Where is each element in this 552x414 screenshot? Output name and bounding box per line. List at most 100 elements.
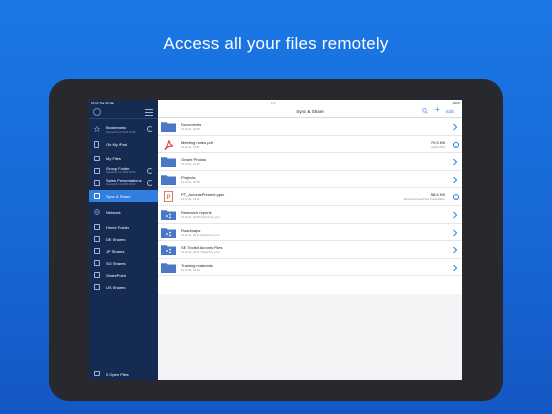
menu-icon[interactable]: [145, 108, 153, 116]
svg-text:P: P: [166, 195, 170, 201]
file-meta: 14.12.21, 18:51: [181, 145, 200, 149]
sidebar-item-sales-presentations[interactable]: Sales Presentations Synced 8 min 2021 19…: [89, 177, 158, 189]
shared-folder-icon: [161, 210, 176, 220]
file-size: 58,6 KB: [430, 192, 445, 198]
file-meta: 14.12.21, 20:11 (Shared by you): [181, 251, 220, 255]
list-item-presentation[interactable]: P PT_AcronisPresent.pptx 14.12.21, 19:11…: [158, 188, 462, 206]
network-folder-icon: [94, 224, 100, 230]
sidebar-item-home-folder[interactable]: Home Folder: [89, 222, 158, 233]
sidebar-item-us-shares[interactable]: US Shares: [89, 282, 158, 293]
chevron-right-icon: [453, 211, 458, 219]
sidebar-item-label: SharePoint: [106, 273, 126, 278]
sidebar-item-label: Network: [106, 210, 121, 215]
list-item-meeting-notes[interactable]: Meeting notes.pdf 14.12.21, 18:51 79,5 K…: [158, 136, 462, 154]
file-meta: 14.12.21, 19:11: [181, 198, 200, 202]
shared-folder-icon: [161, 245, 176, 256]
sync-share-icon: [94, 193, 100, 199]
page-title: Sync & Share: [296, 109, 324, 114]
sidebar-item-sharepoint[interactable]: SharePoint: [89, 270, 158, 281]
sidebar-item-network[interactable]: Network: [89, 207, 158, 218]
file-name: Projects: [181, 174, 196, 180]
sidebar-item-label: Bookmarks: [106, 125, 127, 130]
empty-list-area: [158, 294, 462, 380]
file-list: Documents 14.12.21, 20:08 Meeting notes.…: [158, 118, 462, 277]
chevron-right-icon: [453, 229, 458, 236]
file-name: Meeting notes.pdf: [181, 139, 213, 145]
file-kind: Microsoft PowerPoint Presentation: [403, 198, 445, 202]
pdf-file-icon: [163, 139, 174, 150]
search-icon[interactable]: [422, 108, 428, 114]
chevron-right-icon: [453, 264, 458, 272]
sidebar-item-label: Home Folder: [106, 225, 130, 230]
file-name: PT_AcronisPresent.pptx: [181, 192, 225, 198]
file-name: Roadmaps: [181, 227, 201, 233]
sidebar-item-on-my-ipad[interactable]: On My iPad: [89, 139, 158, 150]
add-icon[interactable]: +: [435, 106, 440, 114]
globe-icon: [94, 209, 100, 215]
chevron-right-icon: [453, 123, 458, 131]
network-folder-icon: [94, 272, 100, 278]
chevron-right-icon: [453, 246, 458, 254]
sidebar-item-label: On My iPad: [106, 142, 127, 147]
edit-button[interactable]: Edit: [446, 109, 454, 114]
sidebar-item-group-folder[interactable]: Group Folder Synced 8 min 2021 19:34: [89, 165, 158, 177]
list-item-research-reports[interactable]: Research reports 14.12.21, 20:08 (Shared…: [158, 206, 462, 224]
folder-icon: [161, 157, 176, 168]
pptx-file-icon: P: [164, 191, 173, 203]
file-meta: 14.12.21, 20:18: [181, 268, 200, 272]
file-meta: 14.12.21, 20:08: [181, 180, 200, 184]
open-files-label: 0 Open Files: [106, 372, 129, 377]
battery-level: 100%: [452, 100, 460, 105]
network-folder-icon: [94, 284, 100, 290]
open-files-button[interactable]: 0 Open Files: [89, 368, 158, 380]
info-icon[interactable]: i: [453, 141, 459, 148]
sync-icon: [147, 168, 153, 174]
network-folder-icon: [94, 236, 100, 242]
chevron-right-icon: [453, 158, 458, 166]
file-name: Onsite Photos: [181, 157, 207, 163]
sidebar-item-sg-shares[interactable]: SG Shares: [89, 258, 158, 269]
folder-icon: [161, 262, 176, 273]
sync-icon: [147, 126, 153, 132]
ipad-screen: 10:14 Tue 26 Jan ••• 100% Bookmarks Sync…: [89, 100, 462, 380]
multitasking-dots-icon[interactable]: •••: [271, 100, 276, 105]
list-item-onsite-photos[interactable]: Onsite Photos 14.12.21, 20:06: [158, 153, 462, 171]
status-time: 10:14 Tue 26 Jan: [91, 100, 115, 105]
sidebar-header: [89, 106, 158, 119]
list-item-se-toolkit[interactable]: SE Toolkit Acronis Files 14.12.21, 20:11…: [158, 241, 462, 259]
sidebar-item-jp-shares[interactable]: JP Shares: [89, 246, 158, 257]
sidebar-item-bookmarks[interactable]: Bookmarks Synced 8 min 2021 19:34: [89, 122, 158, 136]
shared-folder-icon: [161, 227, 176, 238]
star-icon: [94, 126, 100, 132]
sidebar: Bookmarks Synced 8 min 2021 19:34 On My …: [89, 100, 158, 380]
app-logo-icon[interactable]: [93, 108, 101, 116]
main-panel: Sync & Share + Edit Documents 14.12.21, …: [158, 100, 462, 380]
list-item-documents[interactable]: Documents 14.12.21, 20:08: [158, 118, 462, 136]
sidebar-item-my-files[interactable]: My Files: [89, 153, 158, 164]
file-meta: 14.12.21, 20:08: [181, 128, 200, 131]
open-files-icon: [94, 371, 100, 376]
file-size: 79,5 KB: [430, 139, 445, 145]
headline: Access all your files remotely: [163, 34, 389, 53]
sidebar-item-sub: Synced 8 min 2021 19:34: [106, 183, 136, 186]
folder-icon: [161, 122, 176, 132]
sidebar-item-sync-share[interactable]: Sync & Share: [89, 190, 158, 202]
shared-folder-icon: [94, 180, 100, 186]
sidebar-item-label: US Shares: [106, 285, 126, 290]
sidebar-item-de-shares[interactable]: DE Shares: [89, 234, 158, 245]
file-meta: 14.12.21, 20:06: [181, 163, 200, 167]
file-name: Training materials: [181, 262, 213, 268]
file-name: Documents: [181, 122, 202, 127]
list-item-projects[interactable]: Projects 14.12.21, 20:08: [158, 171, 462, 189]
network-folder-icon: [94, 260, 100, 266]
sidebar-item-label: DE Shares: [106, 237, 126, 242]
sidebar-item-sub: Synced 8 min 2021 19:34: [106, 171, 136, 174]
file-meta: 14.12.21, 20:11 (Shared by you): [181, 233, 220, 237]
folder-icon: [94, 156, 100, 161]
list-item-training-materials[interactable]: Training materials 14.12.21, 20:18: [158, 259, 462, 277]
sidebar-item-label: SG Shares: [106, 261, 126, 266]
info-icon[interactable]: i: [453, 194, 459, 201]
tablet-icon: [94, 141, 99, 148]
list-item-roadmaps[interactable]: Roadmaps 14.12.21, 20:11 (Shared by you): [158, 224, 462, 242]
file-name: Research reports: [181, 209, 212, 215]
